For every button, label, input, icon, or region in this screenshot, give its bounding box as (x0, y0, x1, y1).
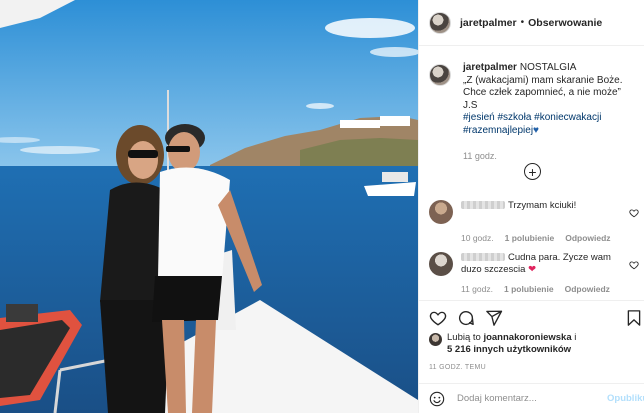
likes-prefix: Lubią to (447, 332, 481, 343)
post-header: jaretpalmer • Obserwowanie (419, 0, 644, 46)
commenter-avatar[interactable] (429, 200, 453, 224)
reply-link[interactable]: Odpowiedz (565, 233, 610, 243)
heart-icon[interactable] (429, 309, 447, 327)
photo-illustration (0, 0, 418, 413)
likes-count[interactable]: 5 216 innych użytkowników (447, 344, 576, 356)
separator-dot: • (520, 17, 525, 28)
post-caption: jaretpalmer NOSTALGIA „Z (wakacjami) mam … (429, 62, 637, 163)
caption-line-1: „Z (wakacjami) mam skaranie Boże. (463, 74, 623, 86)
plus-circle-icon[interactable]: + (524, 163, 541, 180)
blurred-username[interactable] (461, 201, 505, 210)
comment-time: 10 godz. (461, 233, 494, 243)
caption-line-2: Chce człek zapomnieć, a nie może” J.S (463, 87, 621, 111)
post-sidebar: jaretpalmer • Obserwowanie jaretpalmer NO… (418, 0, 644, 413)
likes-connector: i (574, 332, 577, 343)
post-timestamp[interactable]: 11 GODZ. TEMU (429, 364, 486, 371)
heart-icon[interactable] (629, 208, 639, 218)
commenter-avatar[interactable] (429, 252, 453, 276)
post-photo[interactable] (0, 0, 418, 413)
comment-likes[interactable]: 1 polubienie (504, 284, 554, 294)
hashtag-link[interactable]: #razemnajlepiej (463, 125, 533, 136)
publish-button[interactable]: Opublikuj (607, 393, 644, 404)
share-icon[interactable] (485, 309, 503, 327)
reply-link[interactable]: Odpowiedz (565, 284, 610, 294)
likes-summary: Lubią to joannakoroniewska i 5 216 innyc… (429, 332, 576, 356)
blurred-username[interactable] (461, 253, 505, 262)
comment-composer: Opublikuj (419, 383, 644, 413)
hashtag-link[interactable]: #koniecwakacji (534, 112, 601, 123)
comment-likes[interactable]: 1 polubienie (505, 233, 555, 243)
liker-avatar[interactable] (429, 333, 442, 346)
comment-body: Trzymam kciuki! (508, 200, 577, 211)
author-avatar[interactable] (429, 11, 451, 34)
comment-text: Cudna para. Zycze wam duzo szczescia ❤ (461, 252, 616, 276)
comment-meta: 10 godz. 1 polubienie Odpowiedz (461, 233, 641, 243)
comment-input[interactable] (457, 393, 587, 404)
comment-icon[interactable] (457, 309, 475, 327)
liker-username[interactable]: joannakoroniewska (483, 332, 571, 343)
blue-heart-emoji: ♥ (533, 124, 539, 136)
caption-body: jaretpalmer NOSTALGIA „Z (wakacjami) mam … (463, 62, 637, 163)
hashtag-link[interactable]: #jesień (463, 112, 495, 123)
caption-title: NOSTALGIA (519, 62, 577, 73)
caption-time: 11 godz. (463, 151, 497, 161)
red-heart-emoji: ❤ (528, 264, 537, 275)
bookmark-icon[interactable] (625, 309, 643, 327)
post-actions (419, 300, 644, 332)
comment-meta: 11 godz. 1 polubienie Odpowiedz (461, 284, 641, 294)
hashtag-link[interactable]: #szkoła (497, 112, 531, 123)
emoji-icon[interactable] (429, 391, 445, 407)
comment-item: Trzymam kciuki! 10 godz. 1 polubienie Od… (429, 200, 641, 243)
caption-avatar[interactable] (429, 64, 451, 86)
heart-icon[interactable] (629, 260, 639, 270)
comment-text: Trzymam kciuki! (461, 200, 616, 212)
comment-time: 11 godz. (461, 284, 493, 294)
follow-status-button[interactable]: Obserwowanie (528, 17, 602, 29)
author-username[interactable]: jaretpalmer (460, 17, 517, 29)
caption-username[interactable]: jaretpalmer (463, 62, 517, 73)
comment-item: Cudna para. Zycze wam duzo szczescia ❤ 1… (429, 252, 641, 294)
